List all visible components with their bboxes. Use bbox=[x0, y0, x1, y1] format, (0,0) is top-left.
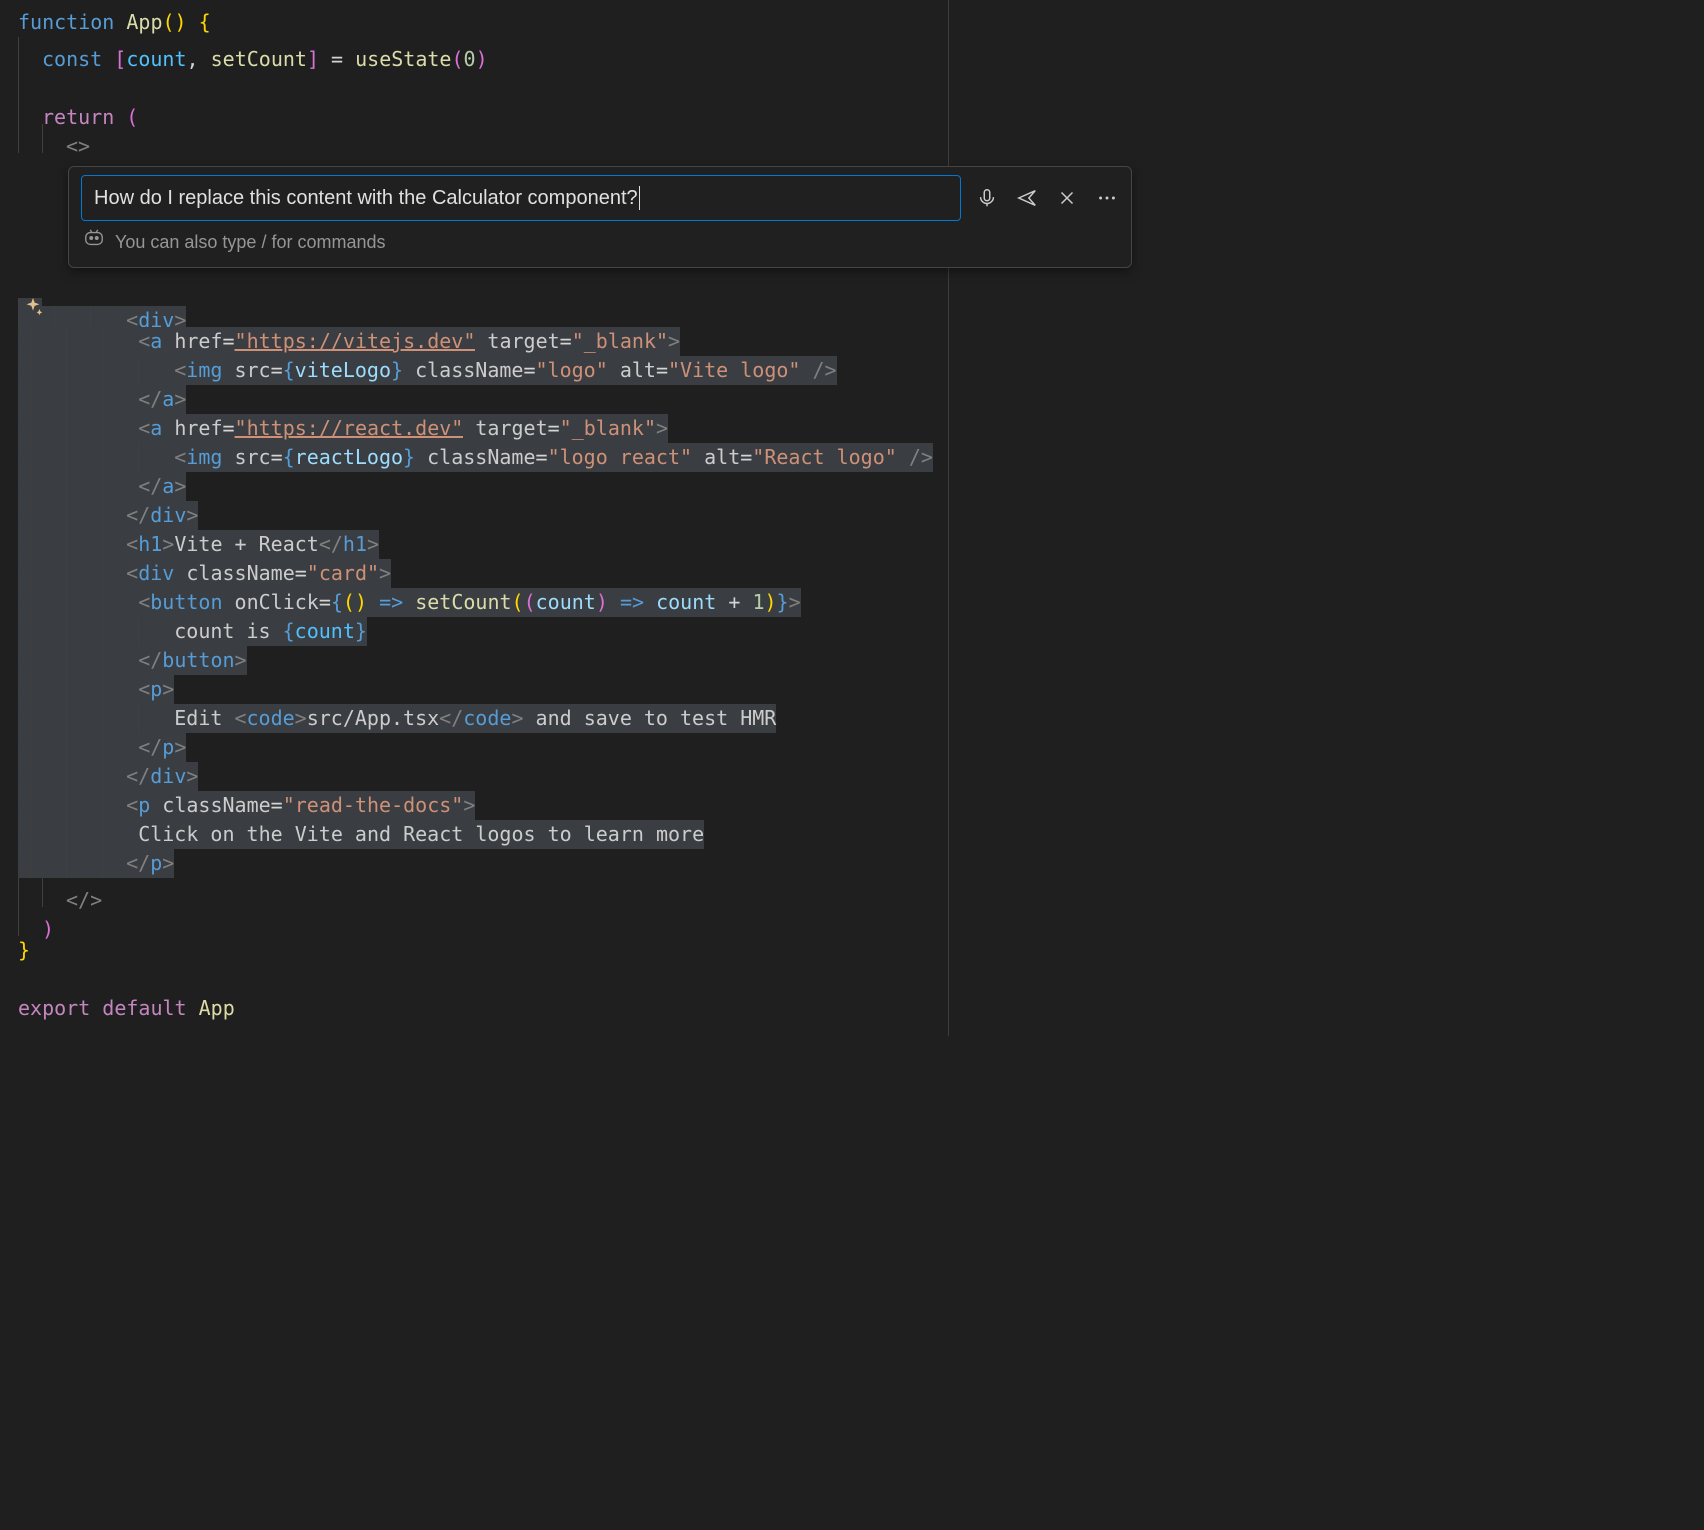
code-line[interactable]: ····<a·href="https://vitejs.dev"·target=… bbox=[18, 327, 933, 356]
code-line[interactable]: const [count, setCount] = useState(0) bbox=[18, 37, 933, 66]
chat-hint: You can also type / for commands bbox=[115, 228, 385, 257]
code-line[interactable]: </> bbox=[18, 878, 933, 907]
close-icon[interactable] bbox=[1053, 184, 1081, 212]
code-line[interactable]: ····</a> bbox=[18, 472, 933, 501]
code-line[interactable]: <> bbox=[18, 124, 933, 153]
code-line[interactable]: ····<a·href="https://react.dev"·target="… bbox=[18, 414, 933, 443]
code-line[interactable]: ····</button> bbox=[18, 646, 933, 675]
sparkle-icon[interactable] bbox=[22, 296, 44, 318]
code-line[interactable] bbox=[18, 965, 933, 994]
code-line[interactable]: ·····count is {count} bbox=[18, 617, 933, 646]
code-line[interactable]: ····Click on the Vite and React logos to… bbox=[18, 820, 933, 849]
more-icon[interactable] bbox=[1093, 184, 1121, 212]
fn-name: App bbox=[126, 8, 162, 37]
code-line[interactable]: ···<div> bbox=[18, 298, 933, 327]
editor-ruler bbox=[948, 0, 949, 1036]
keyword-function: function bbox=[18, 8, 114, 37]
code-line[interactable]: ···</div> bbox=[18, 762, 933, 791]
code-line[interactable]: ·····Edit <code>src/App.tsx</code> and s… bbox=[18, 704, 933, 733]
code-line[interactable]: export default App bbox=[18, 994, 933, 1023]
inline-chat-popup: How do I replace this content with the C… bbox=[68, 166, 1132, 268]
code-editor[interactable]: function App() { const [count, setCount]… bbox=[0, 0, 1154, 1036]
code-line[interactable]: ···<p·className="read-the-docs"> bbox=[18, 791, 933, 820]
code-line[interactable]: ···<div·className="card"> bbox=[18, 559, 933, 588]
code-line[interactable]: ····<p> bbox=[18, 675, 933, 704]
code-line[interactable]: ····</p> bbox=[18, 733, 933, 762]
code-line[interactable]: function App() { bbox=[18, 8, 933, 37]
chat-input-value: How do I replace this content with the C… bbox=[94, 184, 638, 213]
chat-input[interactable]: How do I replace this content with the C… bbox=[81, 175, 961, 221]
code-line[interactable]: ) bbox=[18, 907, 933, 936]
send-icon[interactable] bbox=[1013, 184, 1041, 212]
code-line[interactable]: ···</p> bbox=[18, 849, 933, 878]
code-line[interactable]: ···<h1>Vite + React</h1> bbox=[18, 530, 933, 559]
code-line[interactable]: ····<button·onClick={()·=>·setCount((cou… bbox=[18, 588, 933, 617]
editor-body[interactable]: function App() { const [count, setCount]… bbox=[18, 8, 933, 1023]
code-line[interactable]: ·····<img·src={viteLogo}·className="logo… bbox=[18, 356, 933, 385]
code-line[interactable]: ····</a> bbox=[18, 385, 933, 414]
code-line[interactable]: ···</div> bbox=[18, 501, 933, 530]
copilot-icon bbox=[83, 227, 105, 258]
code-line[interactable]: } bbox=[18, 936, 933, 965]
code-line[interactable]: return ( bbox=[18, 95, 933, 124]
mic-icon[interactable] bbox=[973, 184, 1001, 212]
code-line[interactable]: ·····<img·src={reactLogo}·className="log… bbox=[18, 443, 933, 472]
text-caret bbox=[639, 186, 640, 210]
